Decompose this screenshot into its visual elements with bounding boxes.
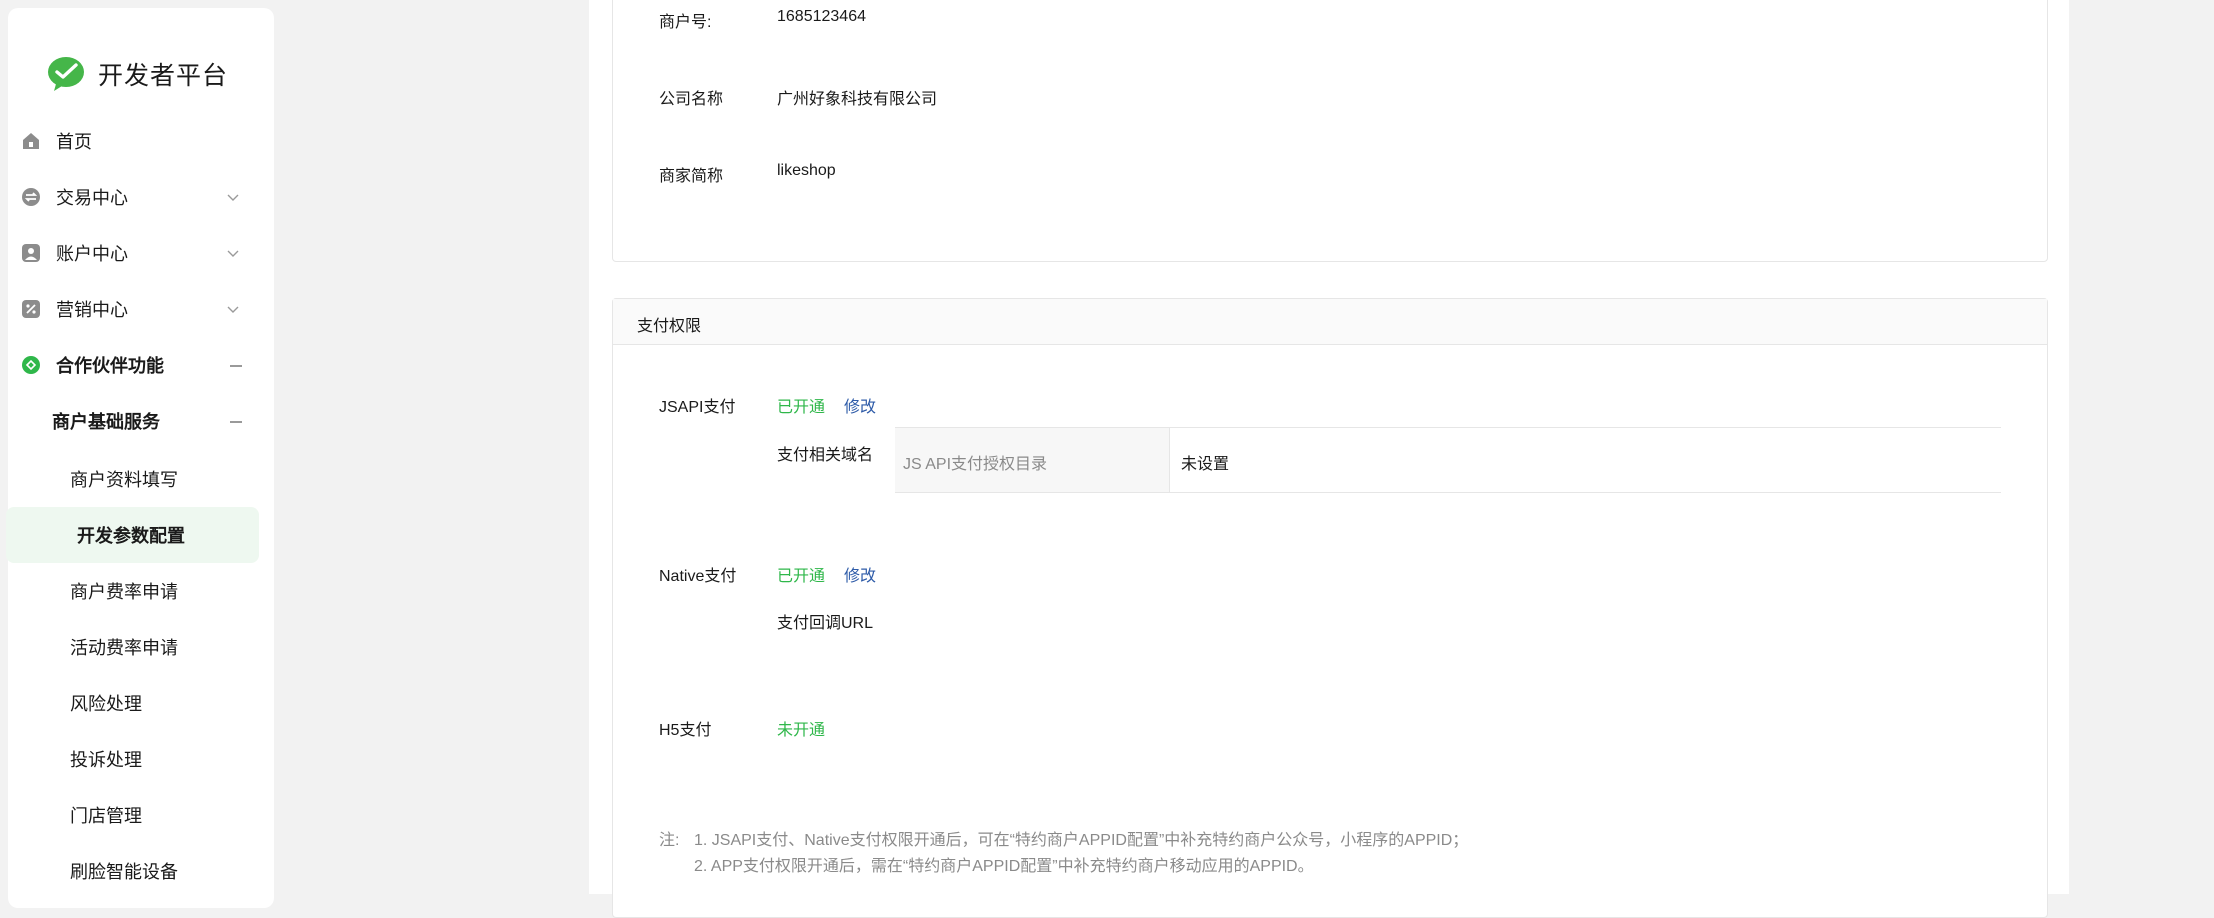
sidebar-item-home[interactable]: 首页 <box>0 113 266 169</box>
callback-url-label: 支付回调URL <box>777 615 874 632</box>
sidebar-subitem-label: 投诉处理 <box>70 750 142 770</box>
account-icon <box>22 244 40 262</box>
sidebar-subitem-dev-config[interactable]: 开发参数配置 <box>6 507 259 563</box>
exchange-icon <box>22 188 40 206</box>
sidebar-subitem-label: 商户费率申请 <box>70 582 178 602</box>
native-status: 已开通 <box>777 568 826 585</box>
note-prefix: 注: <box>659 832 680 849</box>
domain-table <box>895 427 2001 493</box>
short-name-label: 商家简称 <box>659 168 724 185</box>
jsapi-label: JSAPI支付 <box>659 399 736 416</box>
pay-permission-title: 支付权限 <box>637 318 702 335</box>
native-edit-link[interactable]: 修改 <box>844 562 876 586</box>
brand-logo[interactable]: 开发者平台 <box>46 54 228 94</box>
jsapi-status: 已开通 <box>777 399 826 416</box>
partner-icon <box>22 356 40 374</box>
sidebar-subitem-face-device[interactable]: 刷脸智能设备 <box>0 843 266 899</box>
sidebar-item-partner[interactable]: 合作伙伴功能 <box>0 337 266 393</box>
company-name-label: 公司名称 <box>659 91 724 108</box>
domain-table-value: 未设置 <box>1181 456 1230 473</box>
sidebar-subitem-store[interactable]: 门店管理 <box>0 787 266 843</box>
chevron-down-icon <box>227 306 239 313</box>
sidebar-subitem-label: 开发参数配置 <box>77 526 185 546</box>
pay-permission-header: 支付权限 <box>613 299 2047 345</box>
discount-icon <box>22 300 40 318</box>
sidebar-subitem-label: 风险处理 <box>70 694 142 714</box>
sidebar-item-label: 合作伙伴功能 <box>56 356 164 376</box>
sidebar-item-account[interactable]: 账户中心 <box>0 225 266 281</box>
sidebar-subitem-fee-apply[interactable]: 商户费率申请 <box>0 563 266 619</box>
note-line-1: 1. JSAPI支付、Native支付权限开通后，可在“特约商户APPID配置”… <box>694 832 1469 849</box>
wechat-pay-icon <box>48 57 84 91</box>
sidebar-item-label: 首页 <box>56 132 92 152</box>
sidebar-item-trade[interactable]: 交易中心 <box>0 169 266 225</box>
sidebar-subitem-label: 活动费率申请 <box>70 638 178 658</box>
brand-name: 开发者平台 <box>98 62 229 90</box>
domain-label: 支付相关域名 <box>777 447 874 464</box>
h5-label: H5支付 <box>659 722 712 739</box>
sidebar-item-label: 营销中心 <box>56 300 128 320</box>
sidebar-subitem-label: 刷脸智能设备 <box>70 862 178 882</box>
jsapi-edit-link[interactable]: 修改 <box>844 393 876 417</box>
sidebar-group-merchant-basic[interactable]: 商户基础服务 <box>0 393 266 449</box>
sidebar-subitem-complaint[interactable]: 投诉处理 <box>0 731 266 787</box>
collapse-icon <box>230 421 242 423</box>
sidebar-subitem-label: 门店管理 <box>70 806 142 826</box>
home-icon <box>23 133 39 149</box>
short-name-value: likeshop <box>777 162 836 179</box>
chevron-down-icon <box>227 250 239 257</box>
sidebar-group-label: 商户基础服务 <box>52 412 160 432</box>
merchant-no-value: 1685123464 <box>777 8 866 25</box>
sidebar-subitem-activity-fee[interactable]: 活动费率申请 <box>0 619 266 675</box>
collapse-icon <box>230 365 242 367</box>
company-name-value: 广州好象科技有限公司 <box>777 91 938 108</box>
sidebar-subitem-label: 商户资料填写 <box>70 470 178 490</box>
sidebar-item-label: 账户中心 <box>56 244 128 264</box>
pay-permission-card: 支付权限 <box>612 298 2048 918</box>
sidebar-item-marketing[interactable]: 营销中心 <box>0 281 266 337</box>
merchant-info-card <box>612 0 2048 262</box>
sidebar-subitem-risk[interactable]: 风险处理 <box>0 675 266 731</box>
merchant-no-label: 商户号: <box>659 14 712 31</box>
note-line-2: 2. APP支付权限开通后，需在“特约商户APPID配置”中补充特约商户移动应用… <box>694 858 1314 875</box>
sidebar-subitem-merchant-info[interactable]: 商户资料填写 <box>0 451 266 507</box>
native-label: Native支付 <box>659 568 737 585</box>
h5-status: 未开通 <box>777 722 826 739</box>
domain-table-key: JS API支付授权目录 <box>903 456 1048 473</box>
sidebar-item-label: 交易中心 <box>56 188 128 208</box>
chevron-down-icon <box>227 194 239 201</box>
